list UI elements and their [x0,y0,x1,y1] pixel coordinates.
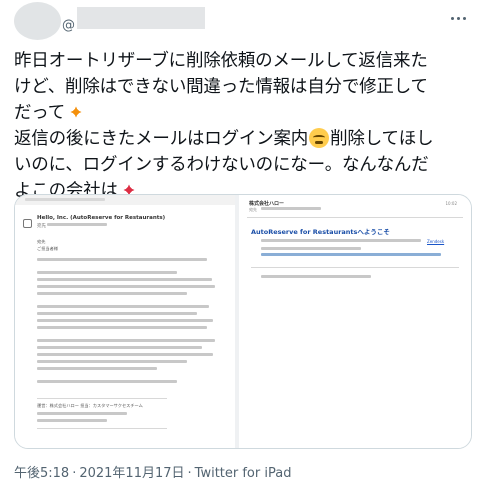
mail-sender: Hello, Inc. (AutoReserve for Restaurants… [37,215,166,221]
tweet-line: 返信の後にきたメールはログイン案内 削除してほし [14,126,476,152]
tweet-line-text: だって [14,103,66,123]
tweet-line: 昨日オートリザーブに削除依頼のメールして返信来た [14,51,428,71]
mail-recipient: 宛先 [37,224,46,229]
user-handle[interactable]: @ [62,7,205,34]
text-line [37,353,213,356]
login-link[interactable] [261,253,441,256]
text-line [37,419,107,422]
anger-symbol-icon [66,102,87,122]
mail-greeting: 宛先 [37,239,46,244]
text-line [261,275,371,278]
text-line [37,360,187,363]
text-line [37,412,127,415]
signature-divider [37,428,167,429]
text-line [261,239,421,242]
text-line [37,312,197,315]
mail-recipient-redacted [47,223,107,226]
tweet-line: だって [14,100,476,126]
mail-greeting-2: ご担当者様 [37,246,58,251]
tweet-line: けど、削除はできない間違った情報は自分で修正して [14,77,428,97]
header-divider [247,217,463,218]
mail-sender: 株式会社ハロー [249,201,285,207]
text-line [37,326,207,329]
text-line [37,285,215,288]
mail-time: 10:02 [445,201,457,206]
email-screenshot-right[interactable]: 株式会社ハロー 宛先 10:02 AutoReserve for Restaur… [239,195,471,448]
signature-divider [37,398,167,399]
steam-from-nose-face-icon [309,128,330,148]
envelope-icon [23,219,32,228]
mail-title: AutoReserve for Restaurantsへようこそ [251,228,390,236]
text-line [37,258,207,261]
mail-recipient: 宛先 [249,207,257,212]
tweet-line-text: 削除してほし [330,129,434,149]
text-line [37,346,202,349]
mail-recipient-redacted [261,207,321,210]
tweet-date[interactable]: 2021年11月17日 [79,466,184,481]
body-divider [251,267,459,268]
separator: · [72,466,77,481]
text-line [37,367,157,370]
text-line [37,339,215,342]
zendesk-link[interactable]: Zendesk [427,239,444,244]
text-line [37,305,209,308]
mail-signature: 運営：株式会社ハロー 担当：カスタマーサクセスチーム [37,403,143,408]
separator: · [187,466,192,481]
mail-toolbar-line [25,198,105,201]
text-line [37,292,187,295]
text-line [261,247,361,250]
tweet-source[interactable]: Twitter for iPad [195,466,292,481]
avatar[interactable] [14,2,61,40]
handle-redacted [77,7,205,29]
email-screenshot-left[interactable]: Hello, Inc. (AutoReserve for Restaurants… [15,195,239,448]
tweet-time[interactable]: 午後5:18 [14,466,69,481]
handle-at: @ [62,17,75,33]
tweet-line-text: 返信の後にきたメールはログイン案内 [14,129,309,149]
tweet-media[interactable]: Hello, Inc. (AutoReserve for Restaurants… [14,194,472,449]
text-line [37,380,177,383]
tweet-text: 昨日オートリザーブに削除依頼のメールして返信来た けど、削除はできない間違った情… [14,48,476,204]
text-line [37,319,213,322]
tweet-header: @ [14,2,474,42]
text-line [37,271,177,274]
more-options-icon[interactable] [448,10,468,26]
tweet-metadata: 午後5:18 · 2021年11月17日 · Twitter for iPad [14,462,291,481]
tweet-line: いのに、ログインするわけないのになー。なんなんだ [14,155,429,175]
text-line [37,278,212,281]
